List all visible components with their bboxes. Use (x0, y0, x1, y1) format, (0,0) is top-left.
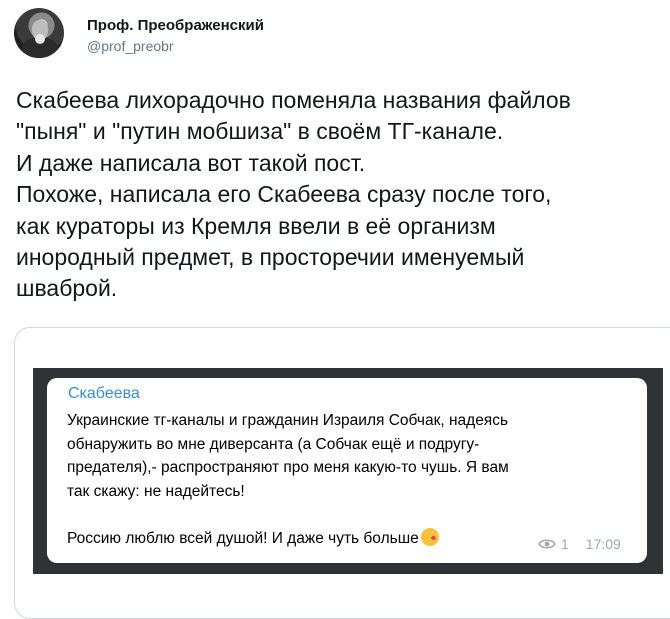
eye-icon (538, 539, 556, 549)
avatar-beard (35, 34, 45, 44)
tweet-line: И даже написала вот такой пост. (16, 149, 366, 176)
telegram-message-line: предателя),- распространяют про меня как… (67, 459, 509, 476)
tweet-line: "пыня" и "путин мобшиза" в своём ТГ-кана… (16, 118, 504, 145)
view-count: 1 (561, 536, 569, 552)
telegram-message-line: Украинские тг-каналы и гражданин Израиля… (67, 412, 509, 429)
telegram-message-line: так скажу: не надейтесь! (67, 482, 245, 500)
telegram-message-text: Украинские тг-каналы и гражданин Израиля… (67, 409, 627, 550)
tweet-line: как кураторы из Кремля ввели в её органи… (16, 212, 496, 239)
avatar[interactable] (14, 8, 64, 58)
tweet-line: Похоже, написала его Скабеева сразу посл… (16, 181, 552, 208)
telegram-message-meta: 1 17:09 (538, 536, 621, 552)
tweet-line: Скабеева лихорадочно поменяла названия ф… (16, 87, 571, 113)
kissing-face-icon (420, 527, 439, 546)
tweet-text: Скабеева лихорадочно поменяла названия ф… (16, 85, 666, 305)
author-name[interactable]: Проф. Преображенский (87, 17, 264, 34)
author-handle[interactable]: @prof_preobr (87, 38, 174, 54)
telegram-message-line: обнаружить во мне диверсанта (а Собчак е… (67, 435, 480, 453)
tweet-line: инородный предмет, в просторечии именуем… (16, 244, 525, 271)
telegram-message-line: Россию люблю всей душой! И даже чуть бол… (67, 529, 419, 547)
tweet-line: шваброй. (16, 275, 118, 302)
telegram-channel-name: Скабеева (68, 385, 140, 402)
message-time: 17:09 (585, 536, 621, 552)
